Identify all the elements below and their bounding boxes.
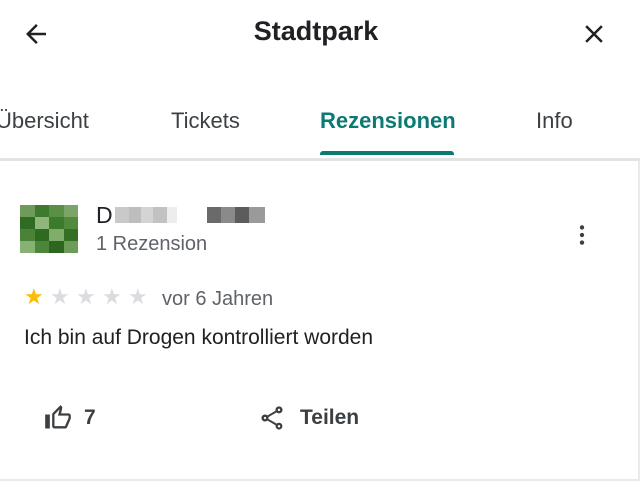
redacted-name-block <box>206 207 221 223</box>
redacted-name-block <box>166 207 177 223</box>
avatar[interactable] <box>20 205 78 253</box>
redacted-name-block <box>248 207 265 223</box>
tab-info[interactable]: Info <box>536 108 573 134</box>
redacted-name-gap <box>176 207 207 223</box>
review-date: vor 6 Jahren <box>162 288 274 310</box>
star-empty-icon: ★ <box>76 285 96 310</box>
star-empty-icon: ★ <box>50 285 70 310</box>
redacted-name-block <box>152 207 167 223</box>
review-card: D 1 Rezension ★ ★ ★ ★ ★ vor 6 Jahren Ich bin… <box>0 161 640 481</box>
app-header: Stadtpark <box>0 0 640 68</box>
active-tab-indicator <box>320 151 454 155</box>
more-vert-icon <box>579 225 585 245</box>
tab-tickets[interactable]: Tickets <box>171 108 240 134</box>
author-name-initial: D <box>96 201 113 228</box>
redacted-name-block <box>140 207 153 223</box>
redacted-name-block <box>220 207 235 223</box>
redacted-name-block <box>128 207 141 223</box>
star-filled-icon: ★ <box>24 285 44 310</box>
close-icon <box>585 25 603 43</box>
close-button[interactable] <box>578 18 610 50</box>
author-review-count: 1 Rezension <box>96 233 208 255</box>
star-rating: ★ ★ ★ ★ ★ <box>24 287 154 309</box>
more-options-button[interactable] <box>566 219 598 251</box>
share-icon <box>261 406 283 430</box>
like-count: 7 <box>84 406 96 429</box>
star-empty-icon: ★ <box>128 285 148 310</box>
tab-overview[interactable]: Übersicht <box>0 108 89 134</box>
author-name[interactable]: D <box>96 201 265 229</box>
like-button[interactable]: 7 <box>44 403 96 433</box>
thumbs-up-icon <box>45 405 71 429</box>
review-text: Ich bin auf Drogen kontrolliert worden <box>24 326 374 349</box>
redacted-name-block <box>114 207 129 223</box>
share-button[interactable]: Teilen <box>258 403 359 433</box>
star-empty-icon: ★ <box>102 285 122 310</box>
share-label: Teilen <box>300 406 360 429</box>
redacted-name-block <box>234 207 249 223</box>
page-title: Stadtpark <box>253 16 379 46</box>
tab-bar: Übersicht Tickets Rezensionen Info <box>0 88 640 158</box>
tab-reviews[interactable]: Rezensionen <box>320 108 456 134</box>
